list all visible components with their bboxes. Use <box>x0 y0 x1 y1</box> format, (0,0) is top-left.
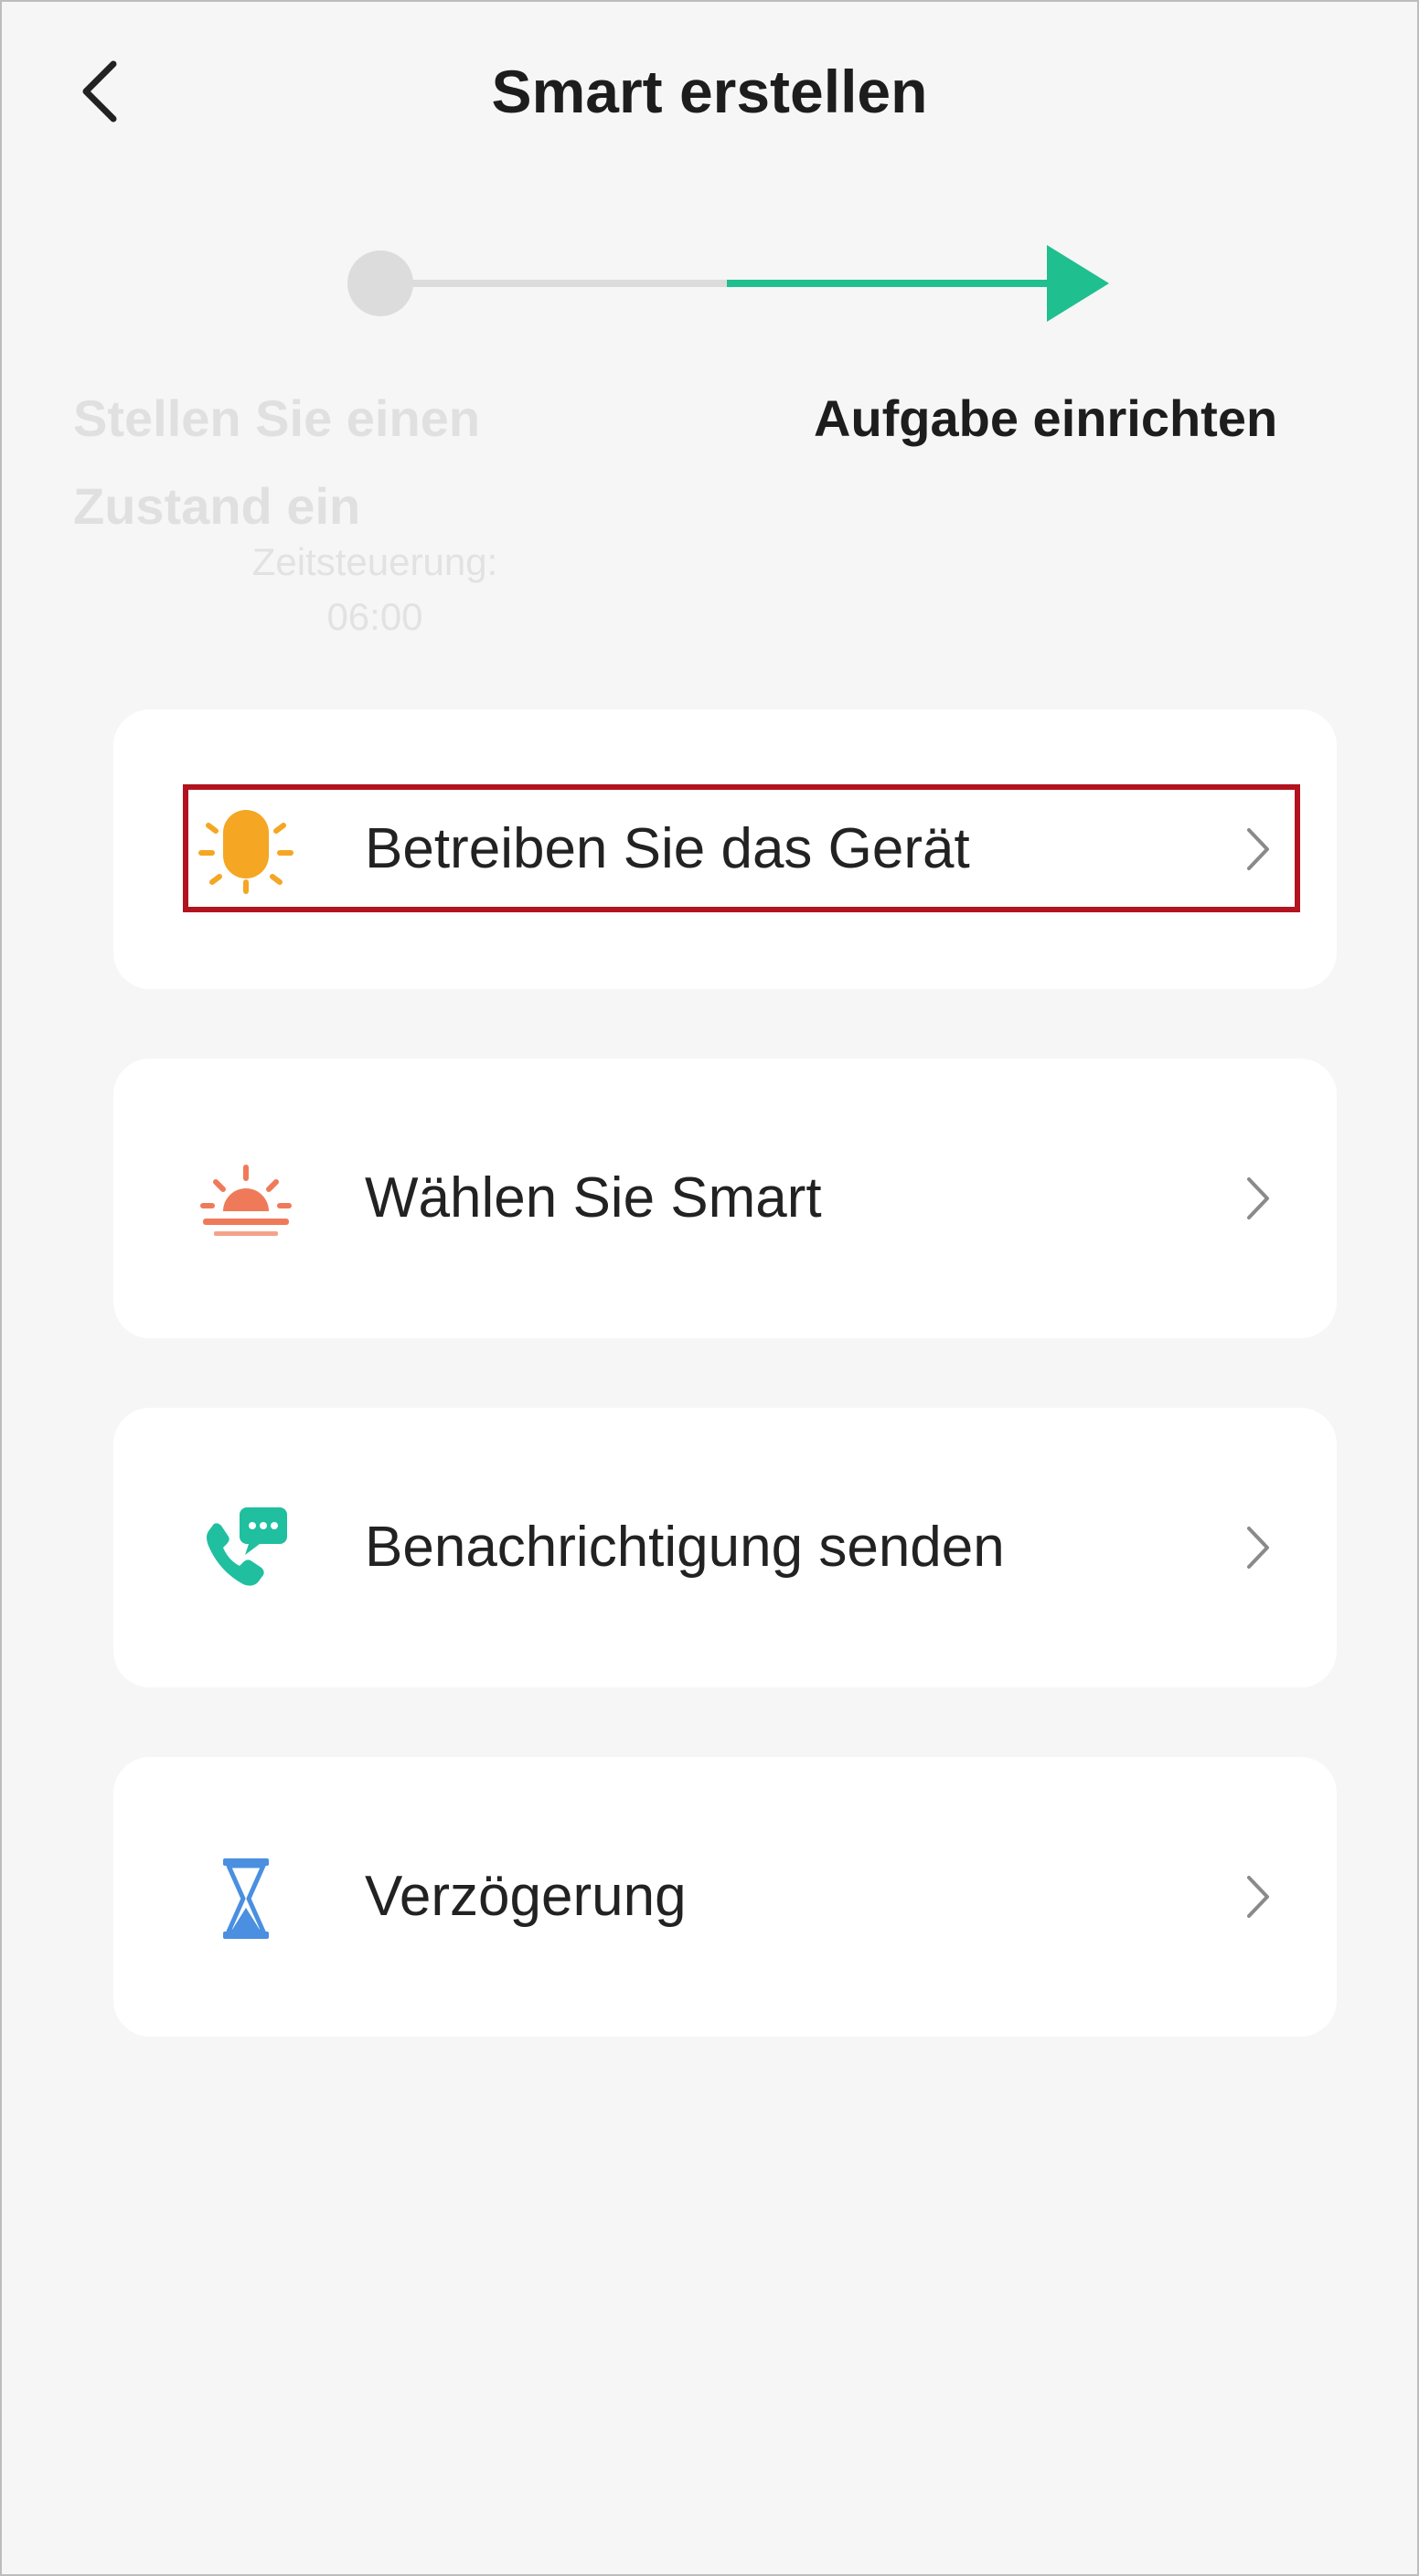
action-label: Verzögerung <box>365 1865 687 1928</box>
phone-message-icon <box>196 1504 296 1595</box>
sun-device-icon <box>196 805 296 897</box>
step1-label: Stellen Sie einen Zustand ein <box>73 389 481 535</box>
chevron-right-icon <box>1231 822 1286 877</box>
step-line-active <box>727 280 1065 287</box>
action-label: Wählen Sie Smart <box>365 1166 822 1229</box>
action-card-send-notification[interactable]: Benachrichtigung senden <box>113 1408 1337 1687</box>
stepper <box>0 229 1419 357</box>
sunrise-icon <box>196 1155 296 1246</box>
step2-label: Aufgabe einrichten <box>814 389 1278 447</box>
header: Smart erstellen <box>0 37 1419 146</box>
chevron-right-icon <box>1231 1520 1286 1575</box>
step1-condition-value: 06:00 <box>326 595 423 638</box>
page-title: Smart erstellen <box>491 58 928 125</box>
action-card-operate-device[interactable]: Betreiben Sie das Gerät <box>113 709 1337 989</box>
step-line-completed <box>411 280 731 287</box>
action-label: Benachrichtigung senden <box>365 1516 1005 1579</box>
action-label: Betreiben Sie das Gerät <box>365 817 970 880</box>
step1-dot <box>347 250 413 316</box>
hourglass-icon <box>196 1853 296 1944</box>
action-card-delay[interactable]: Verzögerung <box>113 1757 1337 2037</box>
chevron-right-icon <box>1231 1869 1286 1924</box>
step1-condition: Zeitsteuerung: 06:00 <box>146 535 603 644</box>
action-card-choose-smart[interactable]: Wählen Sie Smart <box>113 1059 1337 1338</box>
step1-condition-label: Zeitsteuerung: <box>251 540 498 583</box>
chevron-right-icon <box>1231 1171 1286 1226</box>
step-arrow-icon <box>1047 245 1109 322</box>
